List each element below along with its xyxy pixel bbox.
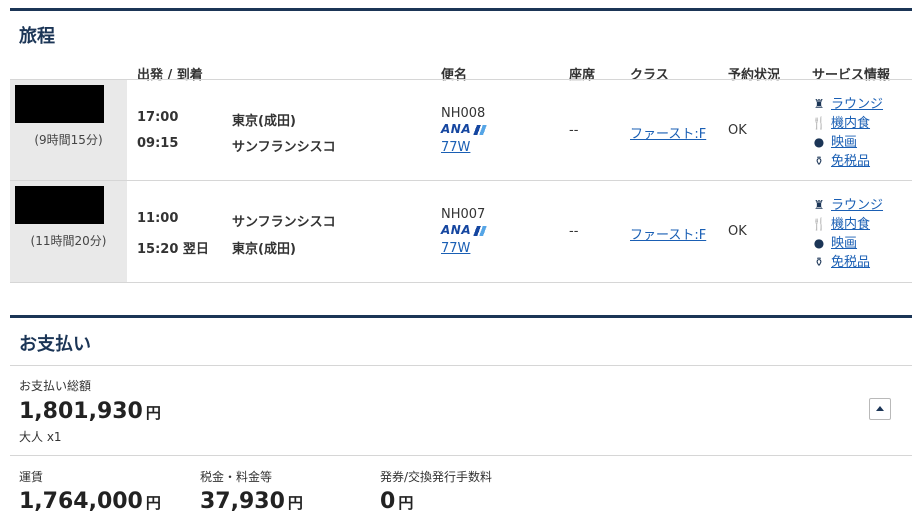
seat-value: -- [569, 123, 579, 138]
fare-label: 運賃 [19, 470, 44, 484]
booking-status: OK [728, 123, 747, 138]
service-meal[interactable]: 🍴 機内食 [811, 112, 871, 131]
arrival-time: 09:15 [137, 136, 179, 151]
departure-city: サンフランシスコ [232, 215, 336, 230]
service-movie[interactable]: ● 映画 [811, 232, 857, 251]
flight-duration: (11時間20分) [30, 234, 107, 248]
service-duty-free[interactable]: ⚱ 免税品 [811, 150, 870, 169]
class-link[interactable]: ファースト:F [630, 224, 706, 243]
fee-amount: 0円 [380, 489, 414, 514]
divider [10, 365, 912, 366]
tax-label: 税金・料金等 [200, 470, 273, 484]
redacted-image [15, 85, 104, 123]
section-top-bar [10, 315, 912, 318]
itinerary-section: 旅程 出発 / 到着 便名 座席 クラス 予約状況 サービス情報 (9時間15分… [10, 8, 912, 283]
redacted-image [15, 186, 104, 224]
service-lounge[interactable]: ♜ ラウンジ [811, 194, 883, 213]
arrival-city: 東京(成田) [232, 242, 296, 257]
lounge-icon: ♜ [813, 97, 825, 111]
departure-city: 東京(成田) [232, 114, 296, 129]
duty-free-icon: ⚱ [813, 255, 825, 269]
service-movie[interactable]: ● 映画 [811, 131, 857, 150]
duty-free-icon: ⚱ [813, 154, 825, 168]
booking-status: OK [728, 224, 747, 239]
payment-title: お支払い [19, 334, 91, 355]
payment-section: お支払い お支払い総額 1,801,930 円 大人 x1 運賃 1,764,00… [10, 315, 912, 523]
aircraft-link[interactable]: 77W [441, 241, 470, 256]
fare-amount: 1,764,000 円 [19, 489, 161, 514]
arrival-time: 15:20 翌日 [137, 242, 209, 257]
itinerary-title: 旅程 [19, 26, 55, 47]
flight-duration: (9時間15分) [34, 133, 103, 147]
departure-time: 17:00 [137, 110, 179, 125]
seat-value: -- [569, 224, 579, 239]
class-link[interactable]: ファースト:F [630, 123, 706, 142]
departure-time: 11:00 [137, 211, 179, 226]
arrival-city: サンフランシスコ [232, 140, 336, 155]
movie-icon: ● [813, 135, 825, 149]
fee-label: 発券/交換発行手数料 [380, 470, 493, 484]
aircraft-link[interactable]: 77W [441, 140, 470, 155]
divider [10, 455, 912, 456]
service-meal[interactable]: 🍴 機内食 [811, 213, 871, 232]
movie-icon: ● [813, 236, 825, 250]
service-duty-free[interactable]: ⚱ 免税品 [811, 251, 870, 270]
ana-logo-icon: ANA [441, 223, 490, 237]
flight-image-cell: (11時間20分) [10, 181, 127, 282]
service-lounge[interactable]: ♜ ラウンジ [811, 93, 883, 112]
total-amount: 1,801,930 円 [19, 399, 161, 424]
total-label: お支払い総額 [19, 379, 92, 393]
meal-icon: 🍴 [811, 116, 827, 130]
flight-number: NH008 [441, 106, 486, 121]
flight-image-cell: (9時間15分) [10, 80, 127, 181]
flight-number: NH007 [441, 207, 486, 222]
ana-logo-icon: ANA [441, 122, 490, 136]
section-top-bar [10, 8, 912, 11]
tax-amount: 37,930 円 [200, 489, 303, 514]
flight-row: (9時間15分) 17:00 東京(成田) 09:15 サンフランシスコ NH0… [10, 79, 912, 181]
lounge-icon: ♜ [813, 198, 825, 212]
flight-row: (11時間20分) 11:00 サンフランシスコ 15:20 翌日 東京(成田)… [10, 180, 912, 283]
meal-icon: 🍴 [811, 217, 827, 231]
passenger-count: 大人 x1 [19, 430, 62, 444]
collapse-button[interactable] [869, 398, 891, 420]
